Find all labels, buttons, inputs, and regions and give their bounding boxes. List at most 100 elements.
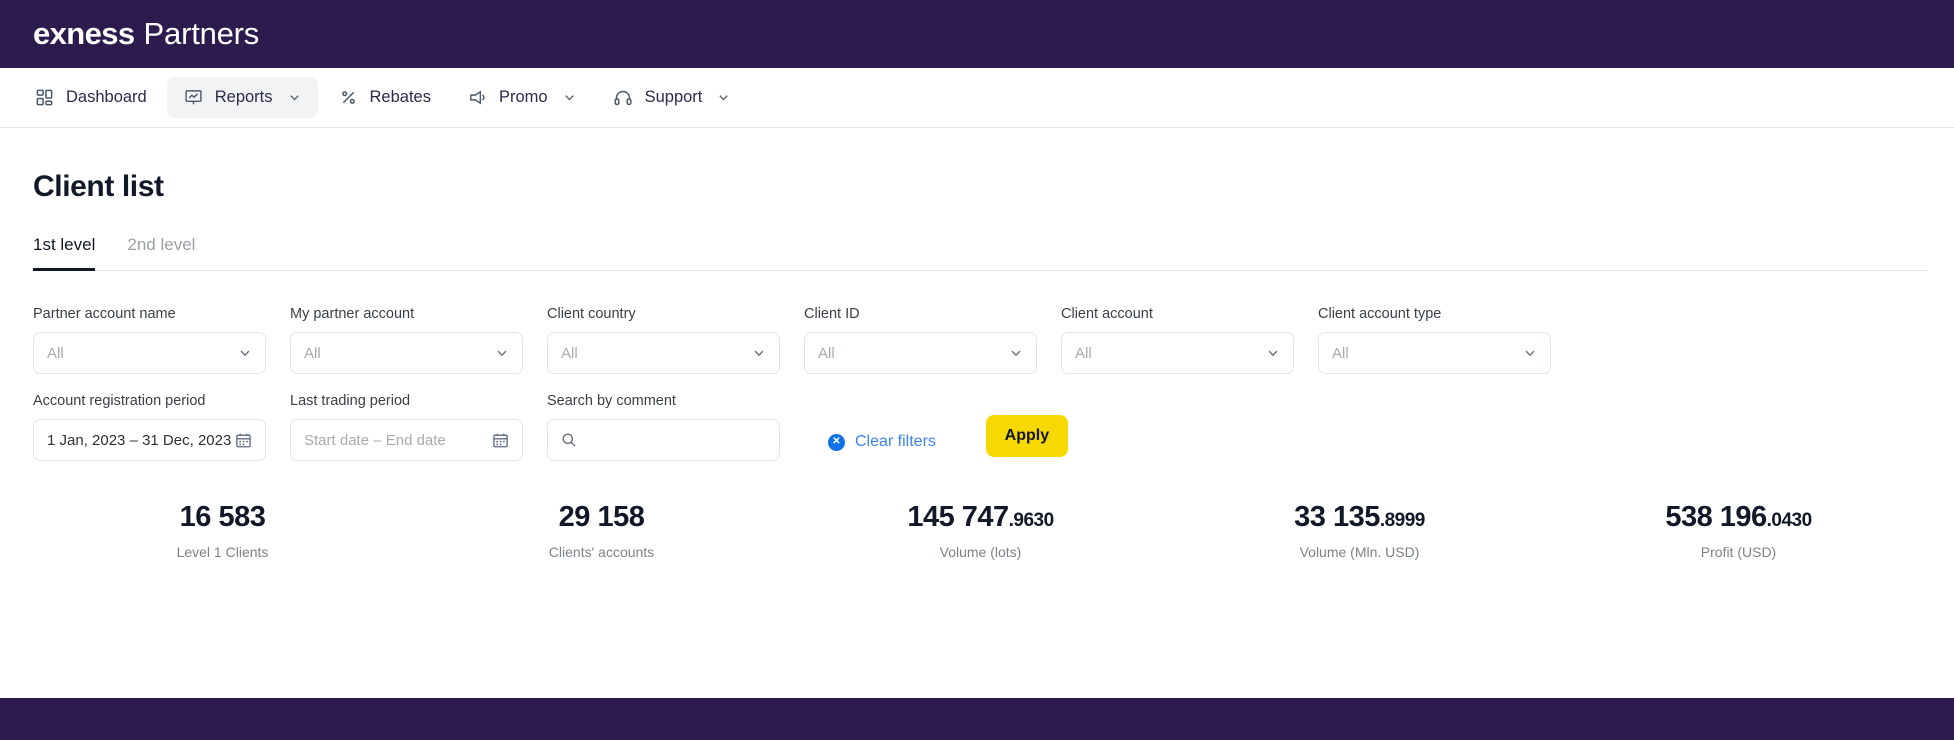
level-tabs: 1st level 2nd level [33, 235, 1928, 271]
stat-clients-accounts: 29 158 Clients' accounts [412, 503, 791, 561]
filter-partner-account-name: Partner account name All [33, 306, 290, 374]
chevron-down-icon[interactable] [562, 90, 577, 105]
stat-value: 538 196.0430 [1549, 503, 1928, 532]
stat-label: Profit (USD) [1700, 544, 1777, 560]
client-country-select[interactable]: All [547, 332, 780, 374]
filter-label: Client account type [1318, 306, 1442, 322]
main-navigation: Dashboard Reports Rebates Promo Support [0, 68, 1954, 128]
nav-label-promo: Promo [498, 88, 548, 106]
filter-label: Partner account name [33, 306, 176, 322]
close-circle-icon: ✕ [828, 433, 845, 451]
logo-product-name: Partners [143, 16, 260, 51]
partner-account-name-select[interactable]: All [33, 332, 266, 374]
search-by-comment-box[interactable] [547, 419, 780, 461]
chevron-down-icon [1266, 346, 1280, 360]
tab-1st-level[interactable]: 1st level [33, 235, 96, 271]
filter-account-registration-period: Account registration period 1 Jan, 2023 … [33, 393, 290, 461]
stat-value: 29 158 [412, 503, 791, 532]
chevron-down-icon [1009, 346, 1023, 360]
stat-label: Level 1 Clients [176, 544, 269, 560]
stat-label: Clients' accounts [548, 544, 655, 560]
account-registration-period-picker[interactable]: 1 Jan, 2023 – 31 Dec, 2023 [33, 419, 266, 461]
nav-item-promo[interactable]: Promo [451, 77, 593, 118]
client-account-type-select[interactable]: All [1318, 332, 1551, 374]
filter-label: Client account [1061, 306, 1153, 322]
stat-value-decimal: .9630 [1008, 510, 1055, 531]
filter-label: Search by comment [547, 393, 676, 409]
stat-value-integer: 16 583 [179, 501, 266, 533]
stat-value-integer: 33 135 [1294, 501, 1380, 533]
select-value: All [818, 344, 835, 362]
stat-value-decimal: .8999 [1379, 510, 1426, 531]
client-id-select[interactable]: All [804, 332, 1037, 374]
filter-my-partner-account: My partner account All [290, 306, 547, 374]
chevron-down-icon [752, 346, 766, 360]
summary-stats: 16 583 Level 1 Clients 29 158 Clients' a… [33, 503, 1928, 561]
clear-filters-button[interactable]: ✕ Clear filters [828, 433, 936, 451]
filter-label: Client country [547, 306, 636, 322]
page-content: Client list 1st level 2nd level Partner … [0, 128, 1954, 668]
select-value: All [304, 344, 321, 362]
exness-partners-logo[interactable]: exness Partners [33, 16, 259, 52]
tab-2nd-level[interactable]: 2nd level [127, 235, 195, 270]
stat-value-decimal: .0430 [1766, 510, 1813, 531]
nav-item-rebates[interactable]: Rebates [322, 77, 447, 118]
apply-button[interactable]: Apply [985, 415, 1068, 457]
select-value: All [47, 344, 64, 362]
select-value: All [1075, 344, 1092, 362]
filter-label: Client ID [804, 306, 860, 322]
filter-client-id: Client ID All [804, 306, 1061, 374]
megaphone-icon [467, 87, 488, 108]
stat-value: 33 135.8999 [1170, 503, 1549, 532]
bottom-bar [0, 698, 1954, 740]
page-title: Client list [33, 170, 164, 203]
filter-search-by-comment: Search by comment [547, 393, 804, 461]
chevron-down-icon[interactable] [287, 90, 302, 105]
nav-item-dashboard[interactable]: Dashboard [18, 77, 163, 118]
stat-value: 16 583 [33, 503, 412, 532]
nav-item-support[interactable]: Support [597, 77, 748, 118]
filters-row-selects: Partner account name All My partner acco… [33, 306, 1921, 374]
filters-row-dates: Account registration period 1 Jan, 2023 … [33, 393, 1921, 461]
date-range-value: Start date – End date [304, 431, 446, 449]
chevron-down-icon [495, 346, 509, 360]
my-partner-account-select[interactable]: All [290, 332, 523, 374]
nav-label-rebates: Rebates [369, 88, 431, 106]
percent-icon [338, 87, 359, 108]
filter-label: My partner account [290, 306, 415, 322]
date-range-value: 1 Jan, 2023 – 31 Dec, 2023 [47, 431, 232, 449]
filter-client-account: Client account All [1061, 306, 1318, 374]
presentation-chart-icon [183, 87, 204, 108]
stat-label: Volume (lots) [939, 544, 1022, 560]
headset-icon [613, 87, 634, 108]
stat-volume-lots: 145 747.9630 Volume (lots) [791, 503, 1170, 561]
stat-value-integer: 29 158 [558, 501, 645, 533]
chevron-down-icon [1523, 346, 1537, 360]
nav-item-reports[interactable]: Reports [166, 77, 318, 118]
select-value: All [1332, 344, 1349, 362]
stat-value-integer: 145 747 [907, 501, 1009, 533]
brand-header: exness Partners [0, 0, 1954, 68]
calendar-icon[interactable] [492, 432, 509, 449]
chevron-down-icon[interactable] [716, 90, 731, 105]
nav-label-reports: Reports [214, 88, 273, 106]
client-account-select[interactable]: All [1061, 332, 1294, 374]
stat-level-1-clients: 16 583 Level 1 Clients [33, 503, 412, 561]
calendar-icon[interactable] [235, 432, 252, 449]
filter-client-account-type: Client account type All [1318, 306, 1575, 374]
stat-value: 145 747.9630 [791, 503, 1170, 532]
search-input[interactable] [586, 431, 766, 449]
stat-volume-mln-usd: 33 135.8999 Volume (Mln. USD) [1170, 503, 1549, 561]
filter-client-country: Client country All [547, 306, 804, 374]
filter-label: Last trading period [290, 393, 411, 409]
logo-brand-name: exness [33, 16, 135, 51]
last-trading-period-picker[interactable]: Start date – End date [290, 419, 523, 461]
clear-filters-label: Clear filters [855, 433, 936, 450]
grid-icon [34, 87, 55, 108]
filter-label: Account registration period [33, 393, 206, 409]
chevron-down-icon [238, 346, 252, 360]
search-icon [561, 432, 577, 448]
nav-label-dashboard: Dashboard [66, 88, 147, 106]
select-value: All [561, 344, 578, 362]
nav-label-support: Support [644, 88, 703, 106]
